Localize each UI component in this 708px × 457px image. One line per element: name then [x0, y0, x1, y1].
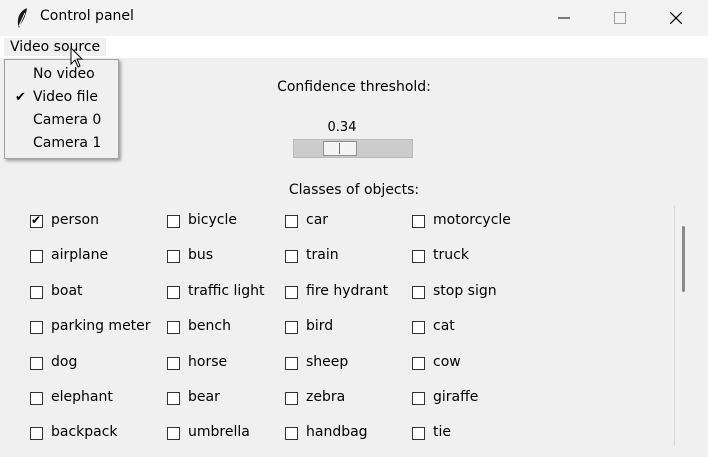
checkmark-icon: ✔: [15, 90, 26, 105]
checkbox[interactable]: [30, 392, 43, 405]
menu-video-source[interactable]: Video source: [4, 38, 107, 56]
checkbox[interactable]: [167, 285, 180, 299]
class-label: bird: [306, 318, 334, 335]
class-label: motorcycle: [433, 212, 511, 228]
class-label: airplane: [51, 247, 109, 264]
checkbox[interactable]: [412, 392, 425, 405]
scrollbar-track[interactable]: [674, 206, 675, 446]
class-label: sheep: [306, 353, 349, 370]
confidence-threshold-label: Confidence threshold:: [277, 79, 431, 95]
class-label: stop sign: [433, 282, 497, 299]
scrollbar-thumb[interactable]: [682, 226, 685, 292]
maximize-icon: [614, 12, 626, 24]
minimize-icon: [558, 17, 570, 19]
checkbox[interactable]: [412, 215, 425, 228]
class-label: boat: [51, 282, 83, 299]
class-label: handbag: [306, 424, 368, 441]
checkbox[interactable]: [285, 321, 298, 335]
checkbox[interactable]: [30, 213, 43, 228]
checkbox[interactable]: [412, 321, 425, 335]
maximize-button[interactable]: [592, 0, 648, 36]
class-label: bus: [188, 247, 214, 264]
minimize-button[interactable]: [536, 0, 592, 36]
class-label: car: [306, 212, 329, 228]
checkbox[interactable]: [167, 321, 180, 335]
video-source-dropdown: No video ✔ Video file Camera 0 Camera 1: [4, 59, 119, 159]
dropdown-item[interactable]: Camera 0: [5, 109, 118, 132]
slider-thumb[interactable]: [323, 141, 357, 156]
menu-bar: Video source: [0, 36, 708, 58]
class-label: truck: [433, 247, 469, 264]
close-icon: [670, 12, 682, 24]
checkbox[interactable]: [285, 427, 298, 441]
dropdown-item[interactable]: No video: [5, 63, 118, 86]
dropdown-item-label: Camera 0: [33, 112, 102, 128]
confidence-slider[interactable]: [293, 139, 413, 158]
dropdown-item[interactable]: ✔ Video file: [5, 86, 118, 109]
checkbox[interactable]: [285, 215, 298, 228]
checkbox[interactable]: [30, 250, 43, 264]
class-label: umbrella: [188, 424, 250, 441]
class-label: bear: [188, 389, 220, 405]
close-button[interactable]: [648, 0, 704, 36]
class-label: dog: [51, 353, 78, 370]
checkbox[interactable]: [167, 427, 180, 441]
title-bar: Control panel: [0, 0, 708, 36]
class-label: elephant: [51, 389, 113, 405]
class-label: parking meter: [51, 318, 151, 335]
classes-label: Classes of objects:: [288, 182, 420, 198]
dropdown-item-label: No video: [33, 66, 95, 82]
checkbox[interactable]: [285, 285, 298, 299]
mouse-pointer-icon: [70, 47, 84, 68]
class-label: bicycle: [188, 212, 237, 228]
class-label: cow: [433, 353, 461, 370]
class-label: fire hydrant: [306, 282, 389, 299]
feather-icon: [17, 8, 27, 28]
dropdown-item[interactable]: Camera 1: [5, 132, 118, 155]
class-label: traffic light: [188, 282, 265, 299]
checkbox[interactable]: [167, 392, 180, 405]
checkbox[interactable]: [412, 356, 425, 370]
checkbox[interactable]: [30, 285, 43, 299]
checkbox[interactable]: [30, 356, 43, 370]
class-label: bench: [188, 318, 231, 335]
class-label: zebra: [306, 389, 346, 405]
window-title: Control panel: [40, 8, 134, 24]
checkbox[interactable]: [167, 356, 180, 370]
class-label: backpack: [51, 424, 118, 441]
checkbox[interactable]: [30, 321, 43, 335]
checkbox[interactable]: [412, 285, 425, 299]
checkbox[interactable]: [285, 392, 298, 405]
class-label: cat: [433, 318, 455, 335]
class-label: giraffe: [433, 389, 479, 405]
confidence-value: 0.34: [327, 120, 357, 135]
class-label: horse: [188, 353, 228, 370]
checkbox[interactable]: [412, 427, 425, 441]
class-label: person: [51, 212, 99, 228]
dropdown-item-label: Video file: [33, 89, 98, 105]
checkbox[interactable]: [167, 250, 180, 264]
checkbox[interactable]: [285, 356, 298, 370]
checkbox[interactable]: [412, 250, 425, 264]
checkbox[interactable]: [285, 250, 298, 264]
class-label: train: [306, 247, 339, 264]
dropdown-item-label: Camera 1: [33, 135, 102, 151]
class-label: tie: [433, 424, 451, 441]
checkbox[interactable]: [167, 215, 180, 228]
checkbox[interactable]: [30, 427, 43, 441]
